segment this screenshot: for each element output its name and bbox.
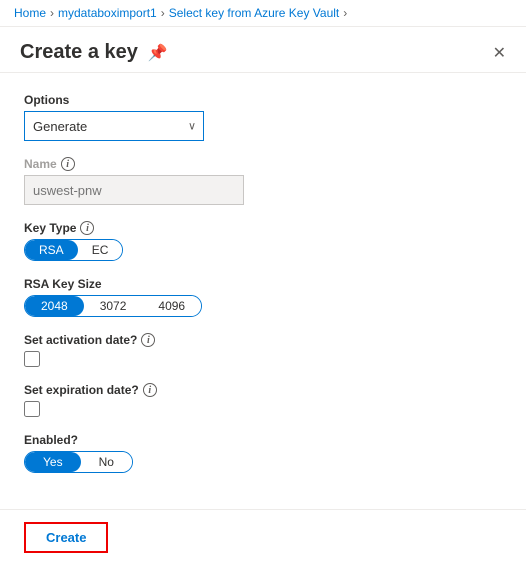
panel-footer: Create [0, 509, 526, 565]
enabled-label: Enabled? [24, 433, 502, 447]
breadcrumb: Home › mydataboximport1 › Select key fro… [0, 0, 526, 27]
breadcrumb-home[interactable]: Home [14, 6, 46, 20]
rsa-size-2048-button[interactable]: 2048 [25, 296, 84, 316]
activation-date-label: Set activation date? i [24, 333, 502, 347]
rsa-size-4096-button[interactable]: 4096 [142, 296, 201, 316]
expiration-checkbox[interactable] [24, 401, 40, 417]
key-type-rsa-button[interactable]: RSA [25, 240, 78, 260]
title-row: Create a key 📌 [20, 41, 168, 64]
breadcrumb-select-key[interactable]: Select key from Azure Key Vault [169, 6, 340, 20]
activation-checkbox[interactable] [24, 351, 40, 367]
options-label: Options [24, 93, 502, 107]
form-body: Options Generate Import Restore Backup ∨… [0, 73, 526, 509]
rsa-size-label: RSA Key Size [24, 277, 502, 291]
breadcrumb-sep-2: › [161, 6, 165, 20]
key-type-label: Key Type i [24, 221, 502, 235]
breadcrumb-import[interactable]: mydataboximport1 [58, 6, 157, 20]
key-type-group: Key Type i RSA EC [24, 221, 502, 261]
expiration-date-group: Set expiration date? i [24, 383, 502, 417]
key-type-info-icon[interactable]: i [80, 221, 94, 235]
breadcrumb-sep-3: › [343, 6, 347, 20]
panel-header: Create a key 📌 ✕ [0, 27, 526, 73]
name-group: Name i [24, 157, 502, 205]
key-type-toggle-group: RSA EC [24, 239, 123, 261]
name-label: Name i [24, 157, 502, 171]
enabled-group: Enabled? Yes No [24, 433, 502, 473]
key-type-ec-button[interactable]: EC [78, 240, 123, 260]
options-select[interactable]: Generate Import Restore Backup [24, 111, 204, 141]
activation-info-icon[interactable]: i [141, 333, 155, 347]
page-title: Create a key [20, 41, 138, 64]
enabled-no-button[interactable]: No [81, 452, 132, 472]
options-select-wrapper: Generate Import Restore Backup ∨ [24, 111, 204, 141]
create-button[interactable]: Create [24, 522, 108, 553]
activation-checkbox-wrapper [24, 351, 502, 367]
pin-icon[interactable]: 📌 [148, 43, 168, 63]
rsa-key-size-group: RSA Key Size 2048 3072 4096 [24, 277, 502, 317]
enabled-yes-button[interactable]: Yes [25, 452, 81, 472]
expiration-info-icon[interactable]: i [143, 383, 157, 397]
name-info-icon[interactable]: i [61, 157, 75, 171]
breadcrumb-sep-1: › [50, 6, 54, 20]
rsa-size-3072-button[interactable]: 3072 [84, 296, 143, 316]
name-input[interactable] [24, 175, 244, 205]
close-icon[interactable]: ✕ [493, 43, 506, 63]
expiration-date-label: Set expiration date? i [24, 383, 502, 397]
enabled-toggle-group: Yes No [24, 451, 133, 473]
create-key-panel: Home › mydataboximport1 › Select key fro… [0, 0, 526, 565]
options-group: Options Generate Import Restore Backup ∨ [24, 93, 502, 141]
expiration-checkbox-wrapper [24, 401, 502, 417]
activation-date-group: Set activation date? i [24, 333, 502, 367]
rsa-size-toggle-group: 2048 3072 4096 [24, 295, 202, 317]
